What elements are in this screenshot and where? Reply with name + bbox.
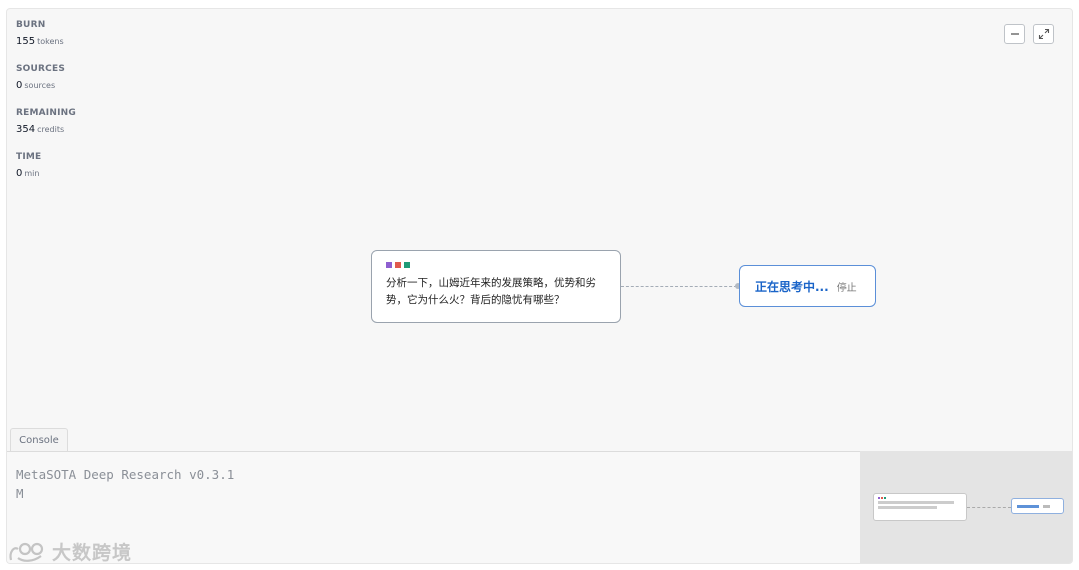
flow-canvas[interactable]: 分析一下，山姆近年来的发展策略，优势和劣 势，它为什么火？背后的隐忧有哪些？ 正… xyxy=(7,9,1072,429)
minimap-status-node xyxy=(1011,498,1064,514)
minimap[interactable] xyxy=(860,451,1072,563)
watermark: 大数跨境 xyxy=(8,538,132,565)
console-line: MetaSOTA Deep Research v0.3.1 xyxy=(16,467,235,482)
query-node-dots xyxy=(386,262,606,268)
tab-console[interactable]: Console xyxy=(10,428,68,452)
query-line-1: 分析一下，山姆近年来的发展策略，优势和劣 xyxy=(386,277,596,289)
status-node[interactable]: 正在思考中... 停止 xyxy=(739,265,876,307)
watermark-text: 大数跨境 xyxy=(52,542,133,564)
app-frame: BURN 155 tokens SOURCES 0 sources REMAININ… xyxy=(6,8,1073,564)
edge-connector xyxy=(621,286,737,287)
dot-green xyxy=(404,262,410,268)
query-node[interactable]: 分析一下，山姆近年来的发展策略，优势和劣 势，它为什么火？背后的隐忧有哪些？ xyxy=(371,250,621,323)
watermark-logo-icon xyxy=(9,542,44,562)
query-line-2: 势，它为什么火？背后的隐忧有哪些？ xyxy=(386,294,565,306)
dot-purple xyxy=(386,262,392,268)
minimap-query-node xyxy=(873,493,967,521)
stop-button[interactable]: 停止 xyxy=(837,279,857,294)
query-text: 分析一下，山姆近年来的发展策略，优势和劣 势，它为什么火？背后的隐忧有哪些？ xyxy=(386,275,606,309)
console-output: MetaSOTA Deep Research v0.3.1 M xyxy=(7,451,860,563)
minimap-edge xyxy=(967,507,1011,508)
dot-red xyxy=(395,262,401,268)
thinking-status: 正在思考中... xyxy=(755,279,829,294)
console-line: M xyxy=(16,486,24,501)
